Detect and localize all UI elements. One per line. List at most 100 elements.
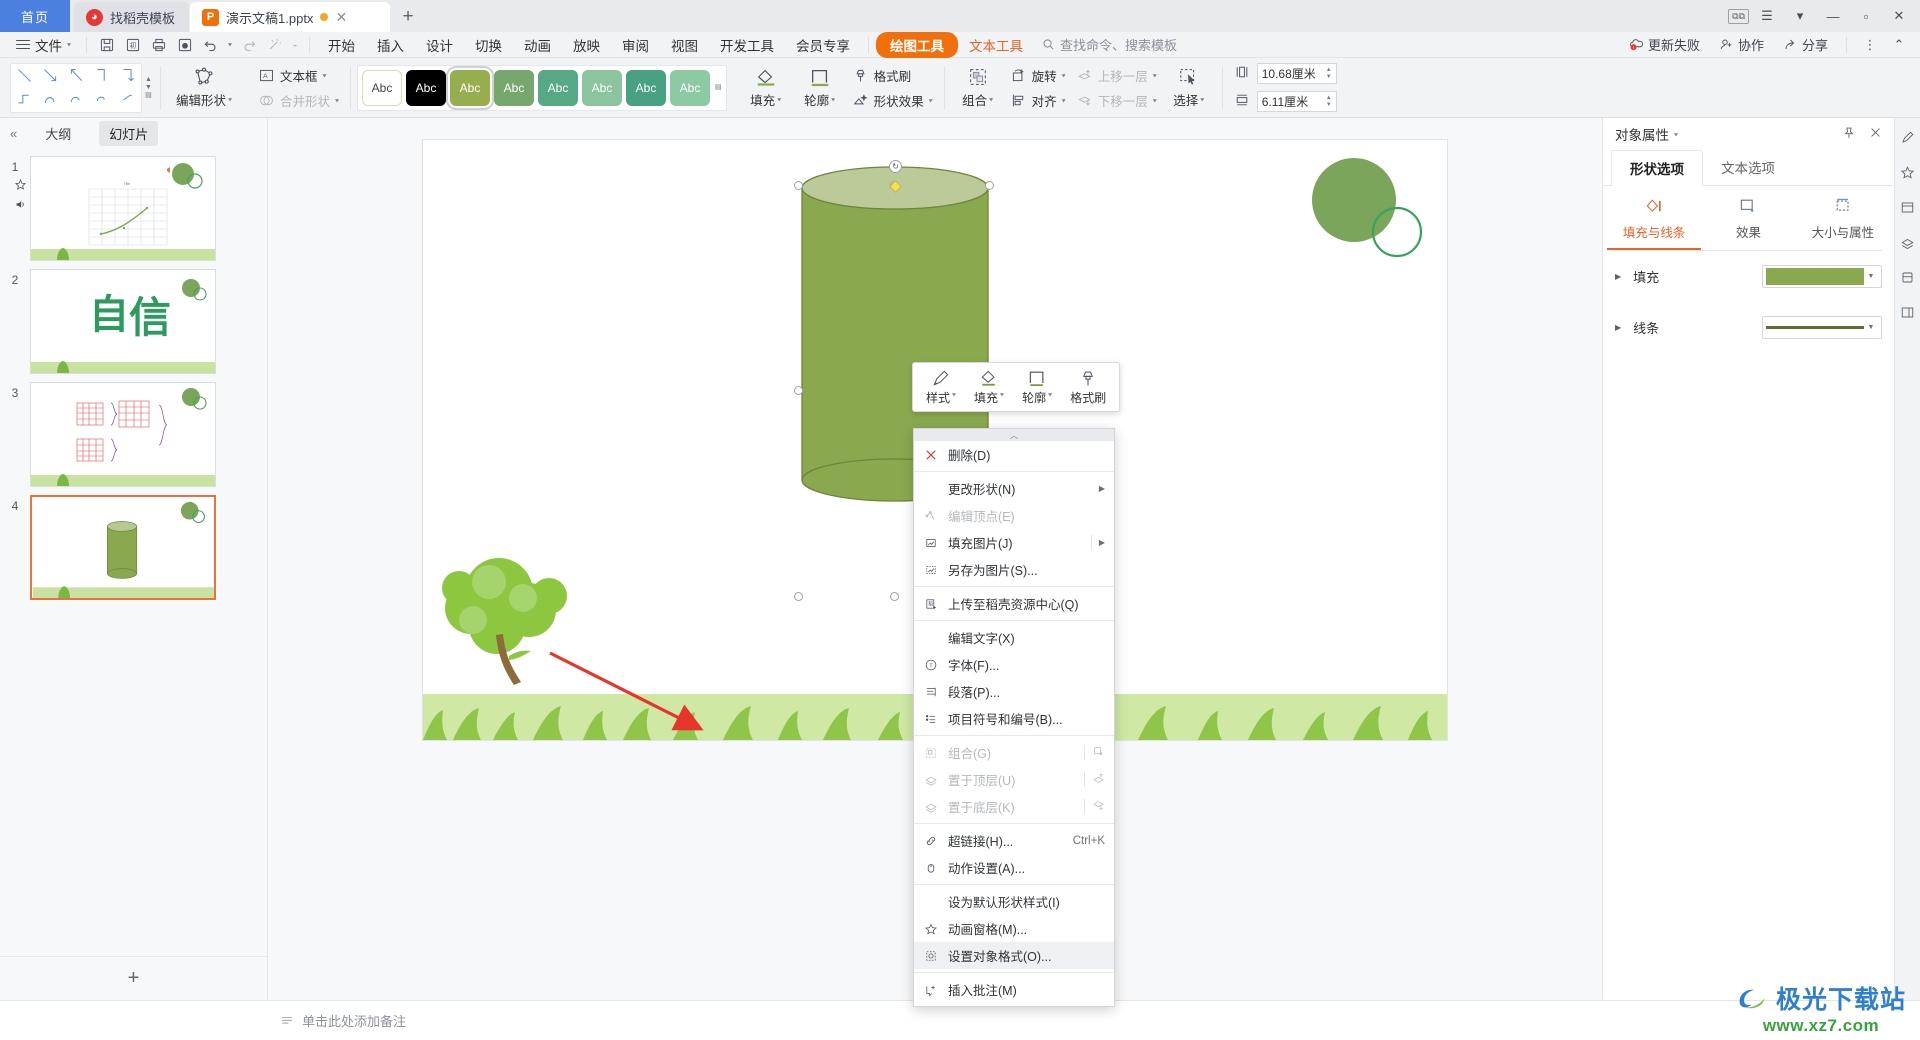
menu-item-hyperlink[interactable]: 超链接(H)... Ctrl+K (914, 827, 1114, 854)
bring-forward-button[interactable]: 上移一层 ▾ (1076, 66, 1157, 85)
menu-item-action-settings[interactable]: 动作设置(A)... (914, 854, 1114, 881)
shape-style-olive[interactable]: Abc (446, 65, 494, 110)
shape-style-green5[interactable]: Abc (670, 69, 710, 106)
save-as-icon[interactable]: 初 (120, 34, 146, 56)
section-line[interactable]: ▶ 线条 ▼ (1603, 302, 1894, 353)
menu-item-animation-pane[interactable]: 动画窗格(M)... (914, 915, 1114, 942)
tab-presentation-file[interactable]: P 演示文稿1.pptx ✕ (190, 2, 391, 32)
ribbon-tab-view[interactable]: 视图 (660, 32, 709, 58)
slide-thumb-3[interactable]: 3 (0, 378, 267, 491)
chevron-down-icon[interactable]: ▼ (1864, 324, 1878, 331)
group-button[interactable]: 组合 ▾ (951, 66, 1005, 109)
shape-style-green2[interactable]: Abc (538, 69, 578, 106)
curve-arrow2-icon[interactable] (63, 88, 89, 112)
menu-item-fill-picture[interactable]: 填充图片(J) ▶ (914, 529, 1114, 556)
line-color-picker[interactable]: ▼ (1762, 316, 1882, 339)
restore-chip-icon[interactable]: ⧉⧉ (1728, 8, 1749, 24)
print-icon[interactable] (146, 34, 172, 56)
merge-shape-button[interactable]: 合并形状 ▾ (258, 91, 339, 110)
shape-style-white[interactable]: Abc (362, 69, 402, 106)
fill-button[interactable]: 填充 ▾ (739, 66, 793, 109)
shape-styles-gallery[interactable]: Abc Abc Abc Abc Abc Abc Abc Abc ▤ (357, 64, 727, 111)
collaborate-button[interactable]: 协作 (1711, 35, 1772, 54)
tab-text-options[interactable]: 文本选项 (1703, 150, 1793, 185)
menu-item-delete[interactable]: 删除(D) (914, 441, 1114, 468)
line-arrow-icon[interactable] (37, 64, 63, 88)
ribbon-tab-devtools[interactable]: 开发工具 (709, 32, 785, 58)
rotation-handle[interactable]: ↻ (889, 160, 902, 173)
overflow-menu-icon[interactable]: ⋮ (1857, 34, 1883, 56)
context-menu-grip[interactable]: ︿ (914, 429, 1114, 441)
menu-item-upload-docer[interactable]: 稻 上传至稻壳资源中心(Q) (914, 590, 1114, 617)
send-backward-button[interactable]: 下移一层 ▾ (1076, 91, 1157, 110)
menu-item-save-as-picture[interactable]: 另存为图片(S)... (914, 556, 1114, 583)
save-icon[interactable] (94, 34, 120, 56)
curve-arrow3-icon[interactable] (89, 88, 115, 112)
file-menu-button[interactable]: 文件 ▾ (8, 35, 79, 55)
outline-button[interactable]: 轮廓 ▾ (793, 66, 847, 109)
subtab-effects[interactable]: 效果 (1701, 196, 1795, 250)
curve-s-icon[interactable] (115, 88, 141, 112)
box-icon[interactable] (1900, 270, 1915, 288)
ribbon-tab-insert[interactable]: 插入 (366, 32, 415, 58)
subtab-size-and-properties[interactable]: 大小与属性 (1796, 196, 1890, 250)
tab-docer-template[interactable]: ◕ 找稻壳模板 (74, 2, 190, 32)
pin-icon[interactable] (1842, 126, 1856, 143)
resize-handle-ml[interactable] (794, 386, 803, 395)
scroll-up-icon[interactable]: ▲ (145, 76, 152, 83)
tab-shape-options[interactable]: 形状选项 (1611, 150, 1703, 186)
maximize-button[interactable]: ▫ (1851, 2, 1881, 30)
shape-style-black[interactable]: Abc (406, 69, 446, 106)
slide-thumb-4[interactable]: 4 (0, 491, 267, 604)
shape-style-green3[interactable]: Abc (582, 69, 622, 106)
menu-item-format-object[interactable]: 设置对象格式(O)... (914, 942, 1114, 969)
ribbon-tab-review[interactable]: 审阅 (611, 32, 660, 58)
quick-more-icon[interactable]: ⌄ (288, 34, 302, 56)
connector-elbow-icon[interactable] (89, 64, 115, 88)
slide-thumb-1[interactable]: 1 Title (0, 152, 267, 265)
ribbon-tab-member[interactable]: 会员专享 (785, 32, 861, 58)
resize-handle-tr[interactable] (985, 181, 994, 190)
frame-icon[interactable] (1900, 200, 1915, 218)
window-menu-icon[interactable]: ☰ (1752, 2, 1782, 30)
subtab-fill-and-line[interactable]: 填充与线条 (1607, 196, 1702, 250)
shape-style-green4[interactable]: Abc (626, 69, 666, 106)
ribbon-tab-animation[interactable]: 动画 (513, 32, 562, 58)
collapse-icon[interactable]: « (10, 126, 17, 141)
search-command-box[interactable]: 查找命令、搜索模板 (1042, 35, 1177, 54)
print-preview-icon[interactable] (172, 34, 198, 56)
chevron-down-icon[interactable]: ▼ (1864, 273, 1878, 280)
format-painter-icon[interactable] (262, 34, 288, 56)
close-button[interactable]: ✕ (1884, 2, 1914, 30)
section-fill[interactable]: ▶ 填充 ▼ (1603, 251, 1894, 302)
undo-icon[interactable] (198, 34, 224, 56)
shape-effect-button[interactable]: 形状效果 ▾ (852, 91, 933, 110)
ribbon-tab-start[interactable]: 开始 (317, 32, 366, 58)
minimize-button[interactable]: — (1818, 2, 1848, 30)
width-stepper[interactable]: ▲ ▼ (1326, 95, 1332, 108)
shape-style-green1[interactable]: Abc (494, 69, 534, 106)
edit-shape-button[interactable]: 编辑形状 ▾ (167, 66, 241, 109)
mini-outline-button[interactable]: 轮廓 ▾ (1013, 368, 1061, 406)
fill-color-picker[interactable]: ▼ (1762, 265, 1882, 288)
star-icon[interactable] (1900, 165, 1915, 183)
tab-home[interactable]: 首页 (0, 0, 70, 32)
menu-item-edit-text[interactable]: 编辑文字(X) (914, 624, 1114, 651)
text-box-button[interactable]: A 文本框 ▾ (258, 66, 339, 85)
menu-item-insert-comment[interactable]: 插入批注(M) (914, 976, 1114, 1003)
format-painter-button[interactable]: 格式刷 (852, 66, 933, 85)
resize-handle-bl[interactable] (794, 592, 803, 601)
tab-slides[interactable]: 幻灯片 (99, 120, 159, 146)
mini-fill-button[interactable]: 填充 ▾ (965, 368, 1013, 406)
line-diagonal-icon[interactable] (11, 64, 37, 88)
ribbon-tab-text-tools[interactable]: 文本工具 (958, 32, 1034, 58)
collapse-ribbon-icon[interactable]: ⌃ (1886, 34, 1912, 56)
mini-style-button[interactable]: 样式 ▾ (917, 368, 965, 406)
undo-dropdown-icon[interactable]: ▾ (224, 34, 236, 56)
connector-elbow-arrow-icon[interactable] (115, 64, 141, 88)
tab-close-icon[interactable]: ✕ (335, 10, 347, 24)
ribbon-tab-design[interactable]: 设计 (415, 32, 464, 58)
rotate-button[interactable]: 旋转 ▾ (1010, 66, 1066, 85)
curve-arrow-icon[interactable] (37, 88, 63, 112)
gallery-expand-icon[interactable]: ▤ (145, 92, 152, 99)
